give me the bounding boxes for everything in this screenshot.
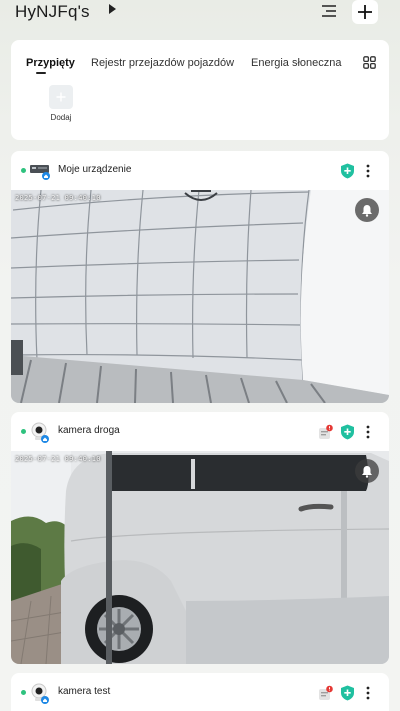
plus-icon — [358, 5, 372, 19]
device-name[interactable]: kamera droga — [58, 425, 120, 436]
add-shortcut-label: Dodaj — [50, 113, 72, 122]
active-tab-indicator — [36, 72, 46, 74]
device-name[interactable]: Moje urządzenie — [58, 164, 131, 175]
alert-message-icon[interactable] — [318, 685, 334, 701]
camera-device-icon — [29, 422, 51, 443]
device-card[interactable]: Moje urządzenie 2025-07-21 09:40:10 — [11, 151, 389, 403]
list-icon[interactable] — [318, 2, 340, 20]
grid-icon[interactable] — [363, 56, 379, 72]
shield-icon[interactable] — [340, 163, 355, 179]
add-device-button[interactable] — [352, 0, 378, 24]
home-name[interactable]: HyNJFq's — [15, 2, 90, 22]
caret-right-icon[interactable] — [108, 4, 116, 17]
online-status-dot — [21, 429, 26, 434]
more-options-icon[interactable] — [363, 423, 373, 441]
live-feed[interactable]: 2025-07-21 09:40:10 — [11, 451, 389, 664]
device-header: Moje urządzenie — [11, 151, 389, 190]
nvr-device-icon — [29, 161, 51, 181]
tab-solar-energy[interactable]: Energia słoneczna — [251, 57, 342, 69]
online-status-dot — [21, 168, 26, 173]
tab-vehicle-log[interactable]: Rejestr przejazdów pojazdów — [91, 57, 234, 69]
live-feed[interactable]: 2025-07-21 09:40:10 — [11, 190, 389, 403]
device-card[interactable]: kamera droga 2025-07-21 09:40:10 — [11, 412, 389, 664]
pinned-panel: Przypięty Rejestr przejazdów pojazdów En… — [11, 40, 389, 140]
shield-icon[interactable] — [340, 685, 355, 701]
device-name[interactable]: kamera test — [58, 686, 110, 697]
more-options-icon[interactable] — [363, 684, 373, 702]
video-timestamp: 2025-07-21 09:40:10 — [15, 194, 101, 202]
tab-pinned[interactable]: Przypięty — [26, 57, 75, 69]
more-options-icon[interactable] — [363, 162, 373, 180]
video-timestamp: 2025-07-21 09:40:10 — [15, 455, 101, 463]
top-bar: HyNJFq's — [0, 0, 400, 26]
alert-message-icon[interactable] — [318, 424, 334, 440]
camera-device-icon — [29, 683, 51, 704]
online-status-dot — [21, 690, 26, 695]
bell-icon[interactable] — [355, 459, 379, 483]
plus-icon — [56, 92, 66, 102]
device-card[interactable]: kamera test — [11, 673, 389, 711]
device-header: kamera test — [11, 673, 389, 711]
device-header: kamera droga — [11, 412, 389, 451]
add-shortcut-button[interactable] — [49, 85, 73, 109]
bell-icon[interactable] — [355, 198, 379, 222]
shield-icon[interactable] — [340, 424, 355, 440]
